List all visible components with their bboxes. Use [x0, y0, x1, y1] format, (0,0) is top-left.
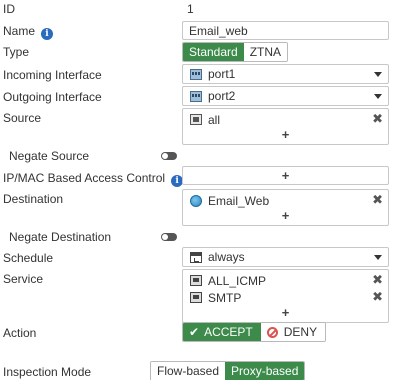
- source-entry: all ✖: [183, 111, 388, 128]
- remove-icon[interactable]: ✖: [372, 192, 383, 208]
- incoming-interface-value: port1: [208, 67, 236, 81]
- negate-destination-label: Negate Destination: [9, 230, 112, 244]
- add-service-button[interactable]: +: [183, 306, 388, 321]
- chevron-down-icon: [374, 72, 382, 77]
- remove-icon[interactable]: ✖: [372, 111, 383, 127]
- action-label: Action: [3, 326, 37, 340]
- remove-icon[interactable]: ✖: [372, 272, 383, 288]
- outgoing-interface-value: port2: [208, 89, 236, 103]
- inspection-option-proxy[interactable]: Proxy-based: [225, 362, 305, 380]
- type-option-ztna[interactable]: ZTNA: [243, 43, 288, 61]
- service-icon: [190, 275, 202, 286]
- source-label: Source: [3, 111, 42, 125]
- remove-icon[interactable]: ✖: [372, 289, 383, 305]
- outgoing-interface-select[interactable]: port2: [182, 86, 389, 106]
- calendar-icon: [190, 251, 202, 263]
- destination-entry: Email_Web ✖: [183, 192, 388, 209]
- ipmac-label: IP/MAC Based Access Control i: [3, 171, 184, 187]
- type-label: Type: [3, 45, 30, 59]
- add-source-button[interactable]: +: [183, 128, 388, 143]
- service-icon: [190, 292, 202, 303]
- destination-field: Email_Web ✖ +: [182, 189, 389, 226]
- type-option-standard[interactable]: Standard: [183, 43, 244, 61]
- name-label: Name i: [3, 24, 54, 40]
- source-field: all ✖ +: [182, 108, 389, 145]
- service-entry: ALL_ICMP ✖: [183, 272, 388, 289]
- chevron-down-icon: [374, 94, 382, 99]
- service-label: Service: [3, 272, 44, 286]
- source-entry-label: all: [208, 112, 221, 127]
- deny-icon: [266, 326, 278, 338]
- incoming-interface-select[interactable]: port1: [182, 64, 389, 84]
- add-destination-button[interactable]: +: [183, 209, 388, 224]
- network-port-icon: [190, 68, 202, 80]
- negate-source-label: Negate Source: [9, 149, 90, 163]
- accept-button[interactable]: ✔ ACCEPT: [183, 323, 261, 341]
- check-icon: ✔: [189, 325, 200, 339]
- negate-source-toggle[interactable]: [161, 152, 177, 160]
- service-entry-label: ALL_ICMP: [208, 273, 267, 288]
- schedule-select[interactable]: always: [182, 247, 389, 267]
- chevron-down-icon: [374, 255, 382, 260]
- service-entry-label: SMTP: [208, 290, 242, 305]
- service-field: ALL_ICMP ✖ SMTP ✖ +: [182, 269, 389, 323]
- id-label: ID: [3, 2, 15, 16]
- destination-entry-label: Email_Web: [208, 193, 270, 208]
- ipmac-label-text: IP/MAC Based Access Control: [3, 171, 166, 185]
- action-toggle: ✔ ACCEPT DENY: [182, 322, 327, 342]
- type-toggle: Standard ZTNA: [182, 42, 289, 62]
- destination-label: Destination: [3, 192, 64, 206]
- accept-label: ACCEPT: [204, 325, 253, 339]
- name-label-text: Name: [3, 24, 36, 38]
- inspection-mode-label: Inspection Mode: [3, 365, 92, 379]
- id-value: 1: [187, 2, 194, 16]
- service-entry: SMTP ✖: [183, 289, 388, 306]
- negate-destination-toggle[interactable]: [161, 233, 177, 241]
- inspection-mode-toggle: Flow-based Proxy-based: [150, 361, 306, 380]
- name-input[interactable]: Email_web: [182, 21, 389, 40]
- schedule-value: always: [208, 250, 245, 264]
- outgoing-interface-label: Outgoing Interface: [3, 90, 102, 104]
- info-icon[interactable]: i: [41, 28, 54, 40]
- deny-label: DENY: [283, 325, 318, 339]
- globe-icon: [190, 194, 202, 207]
- inspection-option-flow[interactable]: Flow-based: [151, 362, 226, 380]
- add-ipmac-button[interactable]: +: [182, 166, 389, 185]
- network-port-icon: [190, 90, 202, 102]
- incoming-interface-label: Incoming Interface: [3, 68, 102, 82]
- schedule-label: Schedule: [3, 251, 54, 265]
- deny-button[interactable]: DENY: [260, 323, 326, 341]
- address-icon: [190, 114, 202, 125]
